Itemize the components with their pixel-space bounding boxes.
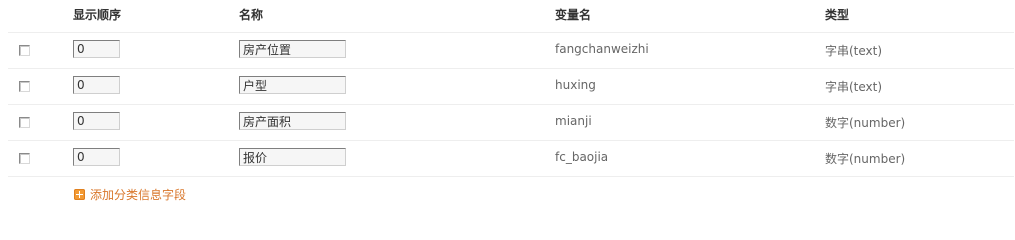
add-field-link[interactable]: 添加分类信息字段: [74, 186, 186, 203]
name-input[interactable]: [239, 112, 346, 130]
header-name: 名称: [239, 8, 264, 22]
name-input[interactable]: [239, 40, 346, 58]
header-order: 显示顺序: [73, 8, 122, 22]
field-type: 数字(number): [825, 116, 906, 130]
field-type: 字串(text): [825, 80, 883, 94]
table-row: huxing 字串(text): [8, 69, 1014, 105]
variable-name: huxing: [555, 78, 596, 92]
row-checkbox[interactable]: [19, 153, 30, 164]
row-checkbox[interactable]: [19, 81, 30, 92]
row-checkbox[interactable]: [19, 117, 30, 128]
table-row: fc_baojia 数字(number): [8, 141, 1014, 177]
plus-icon: [74, 189, 85, 200]
variable-name: fangchanweizhi: [555, 42, 649, 56]
header-type: 类型: [825, 8, 850, 22]
add-field-label: 添加分类信息字段: [90, 188, 187, 202]
order-input[interactable]: [73, 148, 120, 166]
field-type: 数字(number): [825, 152, 906, 166]
order-input[interactable]: [73, 112, 120, 130]
name-input[interactable]: [239, 148, 346, 166]
row-checkbox[interactable]: [19, 45, 30, 56]
order-input[interactable]: [73, 76, 120, 94]
variable-name: mianji: [555, 114, 592, 128]
table-header: 显示顺序 名称 变量名 类型: [8, 0, 1014, 33]
variable-name: fc_baojia: [555, 150, 609, 164]
name-input[interactable]: [239, 76, 346, 94]
field-table: 显示顺序 名称 变量名 类型 fangchanweizhi 字串(text) h…: [8, 0, 1014, 177]
table-row: fangchanweizhi 字串(text): [8, 33, 1014, 69]
order-input[interactable]: [73, 40, 120, 58]
field-type: 字串(text): [825, 44, 883, 58]
table-row: mianji 数字(number): [8, 105, 1014, 141]
header-variable: 变量名: [555, 8, 592, 22]
